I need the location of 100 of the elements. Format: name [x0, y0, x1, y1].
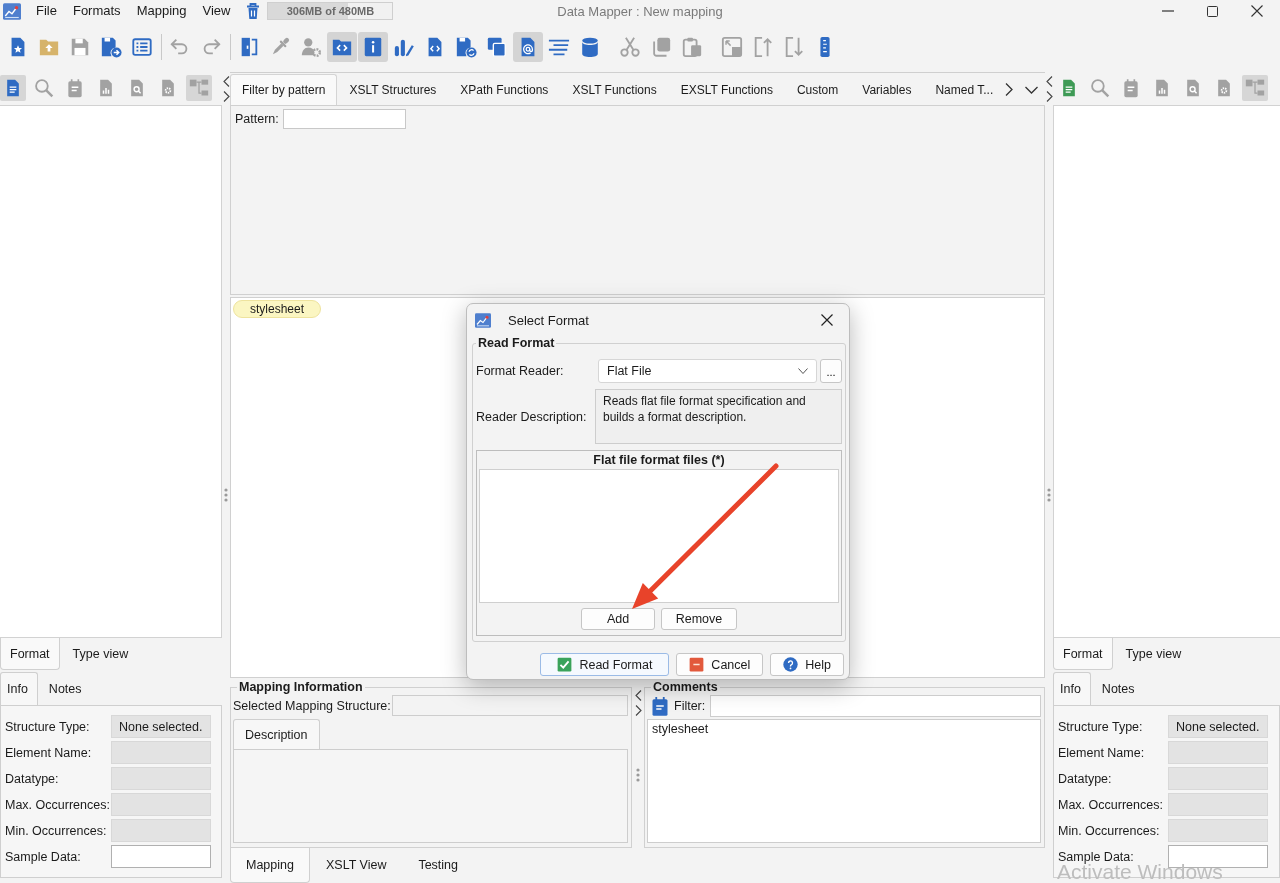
filter-field[interactable] — [710, 695, 1041, 717]
tab[interactable]: Variables — [850, 74, 924, 105]
field-label: Format Reader: — [476, 364, 565, 378]
file-list[interactable] — [479, 469, 839, 603]
field-label: Min. Occurrences: — [5, 823, 108, 838]
structure-node[interactable]: stylesheet — [233, 300, 322, 318]
info-icon[interactable] — [358, 32, 388, 62]
tab[interactable]: Mapping — [230, 848, 310, 883]
tab[interactable]: Info — [0, 672, 38, 705]
field-label: Datatype: — [1058, 771, 1113, 786]
field-label: Selected Mapping Structure: — [233, 698, 391, 713]
save-as-icon[interactable] — [100, 36, 122, 58]
menu-item[interactable]: Mapping — [128, 1, 195, 21]
text-field[interactable] — [111, 819, 211, 842]
tab[interactable]: Named T... — [923, 74, 1006, 105]
tab[interactable]: Info — [1053, 672, 1091, 705]
help-button[interactable]: Help — [770, 653, 844, 676]
browse-button[interactable]: ... — [820, 359, 842, 383]
field-label: Structure Type: — [5, 719, 91, 734]
chevron-left-icon[interactable] — [634, 690, 642, 701]
format-reader-dropdown[interactable]: Flat File — [598, 359, 817, 383]
reader-description-field: Reads flat file format specification and builds a format description. — [595, 389, 842, 444]
tab[interactable]: Type view — [1115, 638, 1192, 670]
tab[interactable]: XSLT Structures — [337, 74, 449, 105]
text-field[interactable]: None selected. — [1168, 715, 1268, 738]
field-label: Sample Data: — [5, 849, 82, 864]
comments-list[interactable]: stylesheet — [647, 719, 1041, 843]
document-lines-icon[interactable] — [0, 74, 26, 101]
dialog-title: Select Format — [508, 312, 589, 328]
tab[interactable]: Format — [1053, 638, 1113, 670]
chevron-left-icon[interactable] — [222, 76, 230, 87]
list-icon[interactable] — [131, 36, 153, 58]
confirm-button[interactable]: Read Format — [540, 653, 670, 676]
field-label: Structure Type: — [1058, 719, 1144, 734]
text-field[interactable] — [1168, 793, 1268, 816]
tab[interactable]: Filter by pattern — [230, 74, 338, 105]
menu-item[interactable]: Formats — [64, 1, 129, 21]
text-field[interactable] — [1168, 819, 1268, 842]
menu-item[interactable]: File — [28, 1, 65, 21]
tab[interactable]: Custom — [784, 74, 851, 105]
help-icon — [783, 657, 799, 672]
tab[interactable]: Notes — [41, 672, 92, 705]
pattern-field[interactable] — [282, 109, 406, 129]
checkmark-icon — [557, 657, 573, 672]
tab[interactable]: Description — [233, 719, 320, 750]
field-label: Max. Occurrences: — [5, 797, 111, 812]
field-label: Min. Occurrences: — [1058, 823, 1161, 838]
description-area[interactable] — [233, 749, 628, 843]
text-field[interactable] — [391, 695, 628, 716]
field-label: Reader Description: — [476, 409, 588, 424]
chevron-down-icon — [798, 368, 808, 374]
trash-icon[interactable] — [246, 3, 261, 19]
tab[interactable]: Format — [0, 638, 60, 670]
tab[interactable]: XPath Functions — [448, 74, 561, 105]
tab[interactable]: XSLT Functions — [560, 74, 669, 105]
tab[interactable]: XSLT View — [309, 848, 403, 883]
field-label: Element Name: — [1058, 745, 1146, 760]
chevron-right-icon[interactable] — [634, 705, 642, 716]
folder-code-icon[interactable] — [327, 32, 357, 62]
memory-bar[interactable]: 306MB of 480MB — [267, 2, 394, 20]
menu-item[interactable]: View — [194, 1, 239, 21]
remove-button[interactable]: Remove — [661, 608, 737, 630]
text-field[interactable] — [111, 741, 211, 764]
maximize-icon[interactable] — [1207, 5, 1218, 17]
database-icon[interactable] — [579, 36, 601, 58]
group-title: Mapping Information — [238, 680, 364, 694]
close-icon[interactable] — [821, 314, 833, 326]
pattern-label: Pattern: — [235, 111, 279, 128]
chevron-right-icon[interactable] — [222, 91, 230, 102]
window-title: Data Mapper : New mapping — [557, 3, 723, 19]
chevron-right-icon[interactable] — [1045, 91, 1053, 102]
tab[interactable]: Type view — [62, 638, 139, 670]
tab[interactable]: Notes — [1094, 672, 1145, 705]
tab[interactable]: EXSLT Functions — [668, 74, 785, 105]
chevron-left-icon[interactable] — [1045, 76, 1053, 87]
tab[interactable]: Testing — [402, 848, 474, 883]
text-field[interactable] — [111, 845, 211, 868]
save-sync-icon[interactable] — [455, 36, 477, 58]
field-label: Max. Occurrences: — [1058, 797, 1164, 812]
splitter-grip-icon[interactable] — [224, 487, 228, 502]
devices-icon[interactable] — [486, 36, 508, 58]
add-button[interactable]: Add — [581, 608, 655, 630]
text-field[interactable] — [111, 767, 211, 790]
close-icon[interactable] — [1251, 5, 1263, 17]
text-field[interactable] — [1168, 767, 1268, 790]
splitter-grip-icon[interactable] — [636, 768, 640, 782]
list-header: Flat file format files (*) — [592, 452, 726, 469]
cancel-button[interactable]: Cancel — [676, 653, 764, 676]
splitter-grip-icon[interactable] — [1047, 487, 1051, 502]
text-field[interactable]: None selected. — [111, 715, 211, 738]
field-label: Element Name: — [5, 745, 93, 760]
chevron-right-icon[interactable] — [1005, 83, 1014, 96]
text-field[interactable] — [111, 793, 211, 816]
group-title: Read Format — [477, 336, 556, 350]
list-item[interactable]: stylesheet — [652, 722, 709, 736]
note-icon[interactable] — [651, 696, 669, 716]
at-file-icon[interactable] — [513, 32, 543, 62]
text-field[interactable] — [1168, 741, 1268, 764]
filter-label: Filter: — [674, 699, 706, 713]
chevron-down-icon[interactable] — [1025, 85, 1039, 94]
